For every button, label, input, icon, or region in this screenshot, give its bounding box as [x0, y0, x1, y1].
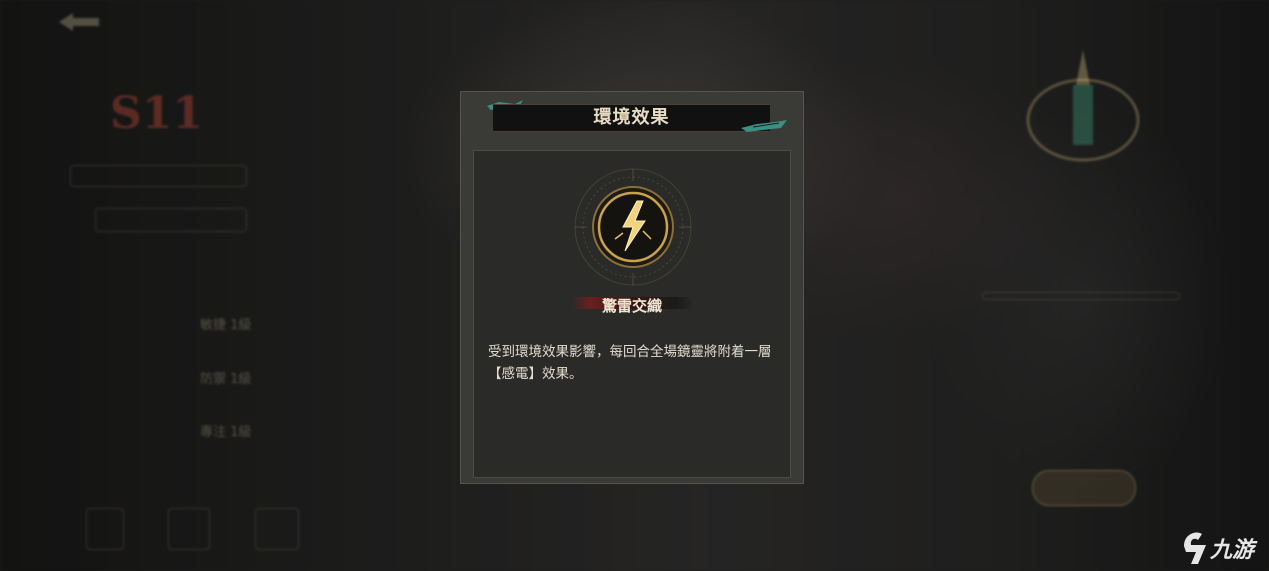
effect-description: 受到環境效果影響，每回合全場鏡靈將附着一層【感電】效果。 — [488, 344, 772, 382]
start-button[interactable] — [1032, 470, 1136, 506]
menu-item-defense[interactable]: 防禦 1級 — [200, 368, 251, 387]
lightning-bolt-icon — [574, 168, 692, 286]
effect-name: 驚雷交織 — [601, 297, 662, 315]
dialog-content-panel: 驚雷交織 受到環境效果影響，每回合全場鏡靈將附着一層【感電】效果。 — [473, 150, 791, 478]
bottom-button-1[interactable] — [86, 508, 124, 550]
back-arrow-icon[interactable] — [55, 10, 103, 34]
environment-effect-dialog: 環境效果 驚雷交織 受到環境效果影響，每回合全場鏡靈將附着一層【感電】效果。 — [460, 91, 804, 484]
dialog-title-bar: 環境效果 — [493, 104, 770, 132]
bottom-button-3[interactable] — [255, 508, 299, 550]
menu-item-focus[interactable]: 專注 1級 — [200, 421, 251, 440]
menu-item-agility[interactable]: 敏捷 1級 — [200, 314, 251, 333]
stage-tag — [95, 208, 247, 232]
bottom-button-2[interactable] — [168, 508, 210, 550]
watermark-text: 九游 — [1210, 538, 1255, 563]
dialog-title: 環境效果 — [593, 107, 670, 128]
stage-info-box — [70, 165, 247, 187]
progress-track[interactable] — [982, 292, 1180, 300]
title-ornament-right — [741, 120, 787, 132]
trophy-emblem-icon — [1026, 50, 1140, 162]
stage-score: S11 — [110, 88, 204, 139]
